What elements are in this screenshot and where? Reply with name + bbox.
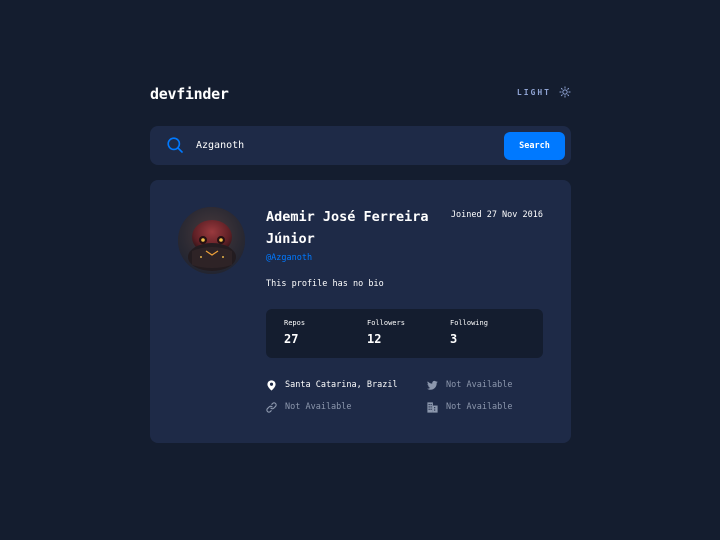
sun-icon[interactable] [559, 86, 571, 98]
profile-name: Ademir José Ferreira Júnior [266, 209, 429, 247]
search-button[interactable]: Search [504, 132, 565, 160]
link-icon [266, 401, 277, 413]
company-item: Not Available [427, 401, 513, 413]
stat-repos: Repos 27 [284, 319, 305, 348]
stat-followers: Followers 12 [367, 319, 405, 348]
location-item: Santa Catarina, Brazil [266, 379, 398, 391]
search-bar: Search [150, 126, 571, 165]
profile-handle-link[interactable]: @Azganoth [266, 253, 312, 263]
search-icon [167, 137, 183, 153]
header: devfinder LIGHT [150, 84, 571, 106]
joined-date: Joined 27 Nov 2016 [450, 210, 543, 220]
twitter-text: Not Available [446, 380, 513, 390]
avatar-image [178, 207, 245, 274]
theme-toggle-label[interactable]: LIGHT [517, 88, 551, 97]
stat-following: Following 3 [450, 319, 488, 348]
location-pin-icon [267, 379, 276, 391]
app-container: devfinder LIGHT Azganoth Search Ademir J… [150, 84, 571, 443]
location-text: Santa Catarina, Brazil [285, 380, 398, 390]
stats-panel: Repos 27 Followers 12 Following 3 [266, 309, 543, 358]
stat-followers-value: 12 [367, 332, 382, 346]
theme-toggle[interactable]: LIGHT [517, 86, 571, 98]
blog-text: Not Available [285, 402, 352, 412]
profile-links: Santa Catarina, Brazil Not Available Not… [266, 379, 543, 423]
avatar [178, 207, 245, 274]
stat-repos-value: 27 [284, 332, 299, 346]
stat-following-value: 3 [450, 332, 458, 346]
profile-bio: This profile has no bio [266, 279, 384, 289]
company-text: Not Available [446, 402, 513, 412]
twitter-item: Not Available [427, 379, 513, 391]
stat-following-label: Following [450, 319, 488, 327]
search-input[interactable] [196, 132, 496, 159]
profile-card: Ademir José Ferreira Júnior Joined 27 No… [150, 180, 571, 443]
building-icon [427, 401, 438, 413]
logo: devfinder [150, 85, 229, 103]
blog-item: Not Available [266, 401, 352, 413]
stat-followers-label: Followers [367, 319, 405, 327]
stat-repos-label: Repos [284, 319, 306, 327]
twitter-icon [427, 380, 438, 390]
